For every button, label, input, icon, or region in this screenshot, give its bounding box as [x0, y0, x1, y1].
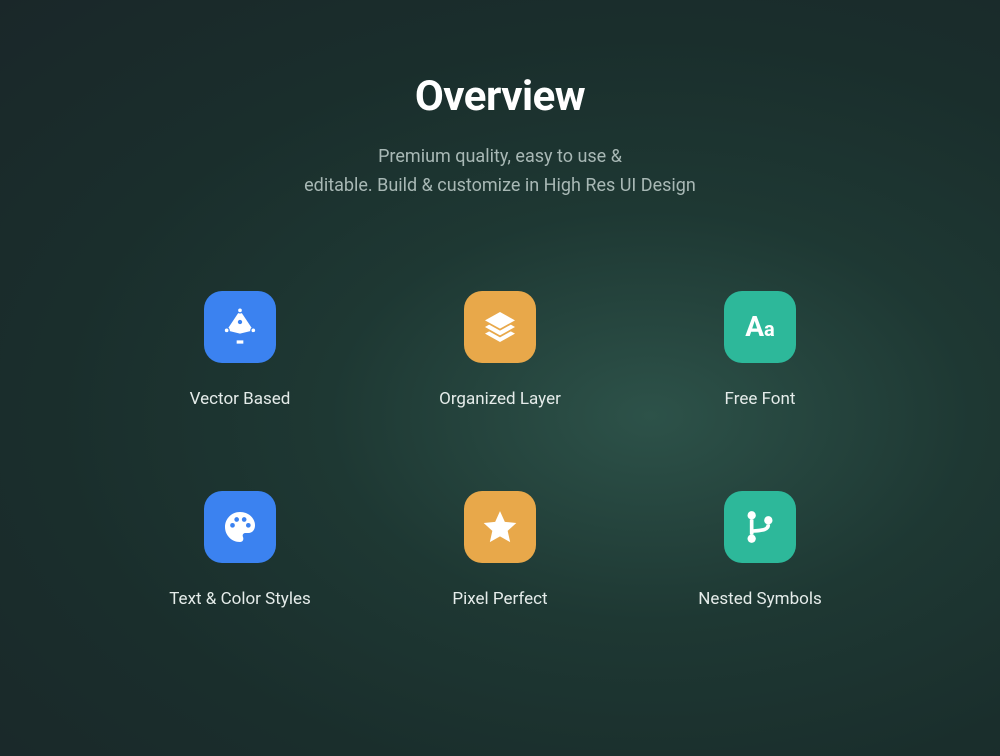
page-title: Overview [415, 72, 585, 121]
feature-text-color-styles: Text & Color Styles [130, 491, 350, 609]
feature-label: Organized Layer [439, 389, 561, 409]
feature-vector-based: Vector Based [130, 291, 350, 409]
feature-label: Text & Color Styles [169, 589, 311, 609]
feature-label: Free Font [725, 389, 796, 409]
star-icon [464, 491, 536, 563]
pen-tool-icon [204, 291, 276, 363]
feature-label: Vector Based [190, 389, 291, 409]
page-subtitle: Premium quality, easy to use & editable.… [304, 143, 696, 201]
layers-icon [464, 291, 536, 363]
feature-label: Nested Symbols [698, 589, 822, 609]
feature-free-font: Aa Free Font [650, 291, 870, 409]
feature-pixel-perfect: Pixel Perfect [390, 491, 610, 609]
git-branch-icon [724, 491, 796, 563]
feature-organized-layer: Organized Layer [390, 291, 610, 409]
feature-nested-symbols: Nested Symbols [650, 491, 870, 609]
features-grid: Vector Based Organized Layer Aa Free Fon… [130, 291, 870, 609]
font-aa-icon: Aa [724, 291, 796, 363]
feature-label: Pixel Perfect [452, 589, 547, 609]
palette-icon [204, 491, 276, 563]
